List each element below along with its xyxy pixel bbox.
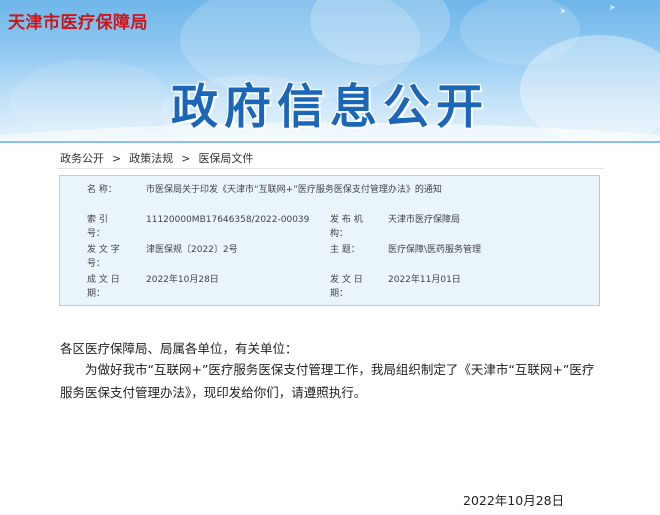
docno-value: 津医保规〔2022〕2号	[146, 245, 238, 255]
name-label: 名 称：	[87, 185, 117, 195]
breadcrumb-item-gov-affairs[interactable]: 政务公开	[60, 152, 104, 165]
index-label: 索 引 号：	[87, 215, 108, 239]
topic-label: 主 题：	[330, 245, 360, 255]
docno-label: 发 文 字 号：	[87, 245, 120, 269]
created-date-label: 成 文 日 期：	[87, 275, 120, 299]
index-value: 11120000MB17646358/2022-00039	[146, 215, 310, 225]
published-date-value: 2022年11月01日	[388, 275, 461, 285]
banner-title: 政府信息公开	[171, 80, 489, 135]
breadcrumb-separator: >	[112, 152, 122, 165]
issuer-value: 天津市医疗保障局	[388, 215, 461, 225]
breadcrumb-divider	[57, 168, 603, 169]
topic-value: 医疗保障\医药服务管理	[388, 245, 482, 255]
breadcrumb-item-policies[interactable]: 政策法规	[129, 152, 173, 165]
breadcrumb-item-bureau-docs[interactable]: 医保局文件	[198, 152, 253, 165]
issuer-label: 发 布 机 构：	[330, 215, 363, 239]
salutation: 各区医疗保障局、局属各单位，有关单位：	[60, 341, 298, 356]
header-banner: 天津市医疗保障局 政府信息公开	[0, 0, 660, 142]
notice-paragraph: 为做好我市“互联网+”医疗服务医保支付管理工作，我局组织制定了《天津市“互联网+…	[60, 362, 595, 400]
published-date-label: 发 文 日 期：	[330, 275, 363, 299]
name-value: 市医保局关于印发《天津市“互联网+”医疗服务医保支付管理办法》的通知	[146, 185, 442, 195]
document-info-box: 名 称： 市医保局关于印发《天津市“互联网+”医疗服务医保支付管理办法》的通知 …	[59, 175, 600, 306]
site-logo[interactable]: 天津市医疗保障局	[8, 8, 148, 33]
banner-divider	[0, 141, 660, 143]
created-date-value: 2022年10月28日	[146, 275, 219, 285]
breadcrumb: 政务公开 > 政策法规 > 医保局文件	[60, 150, 253, 166]
breadcrumb-separator: >	[181, 152, 191, 165]
signature-date: 2022年10月28日	[463, 493, 565, 508]
